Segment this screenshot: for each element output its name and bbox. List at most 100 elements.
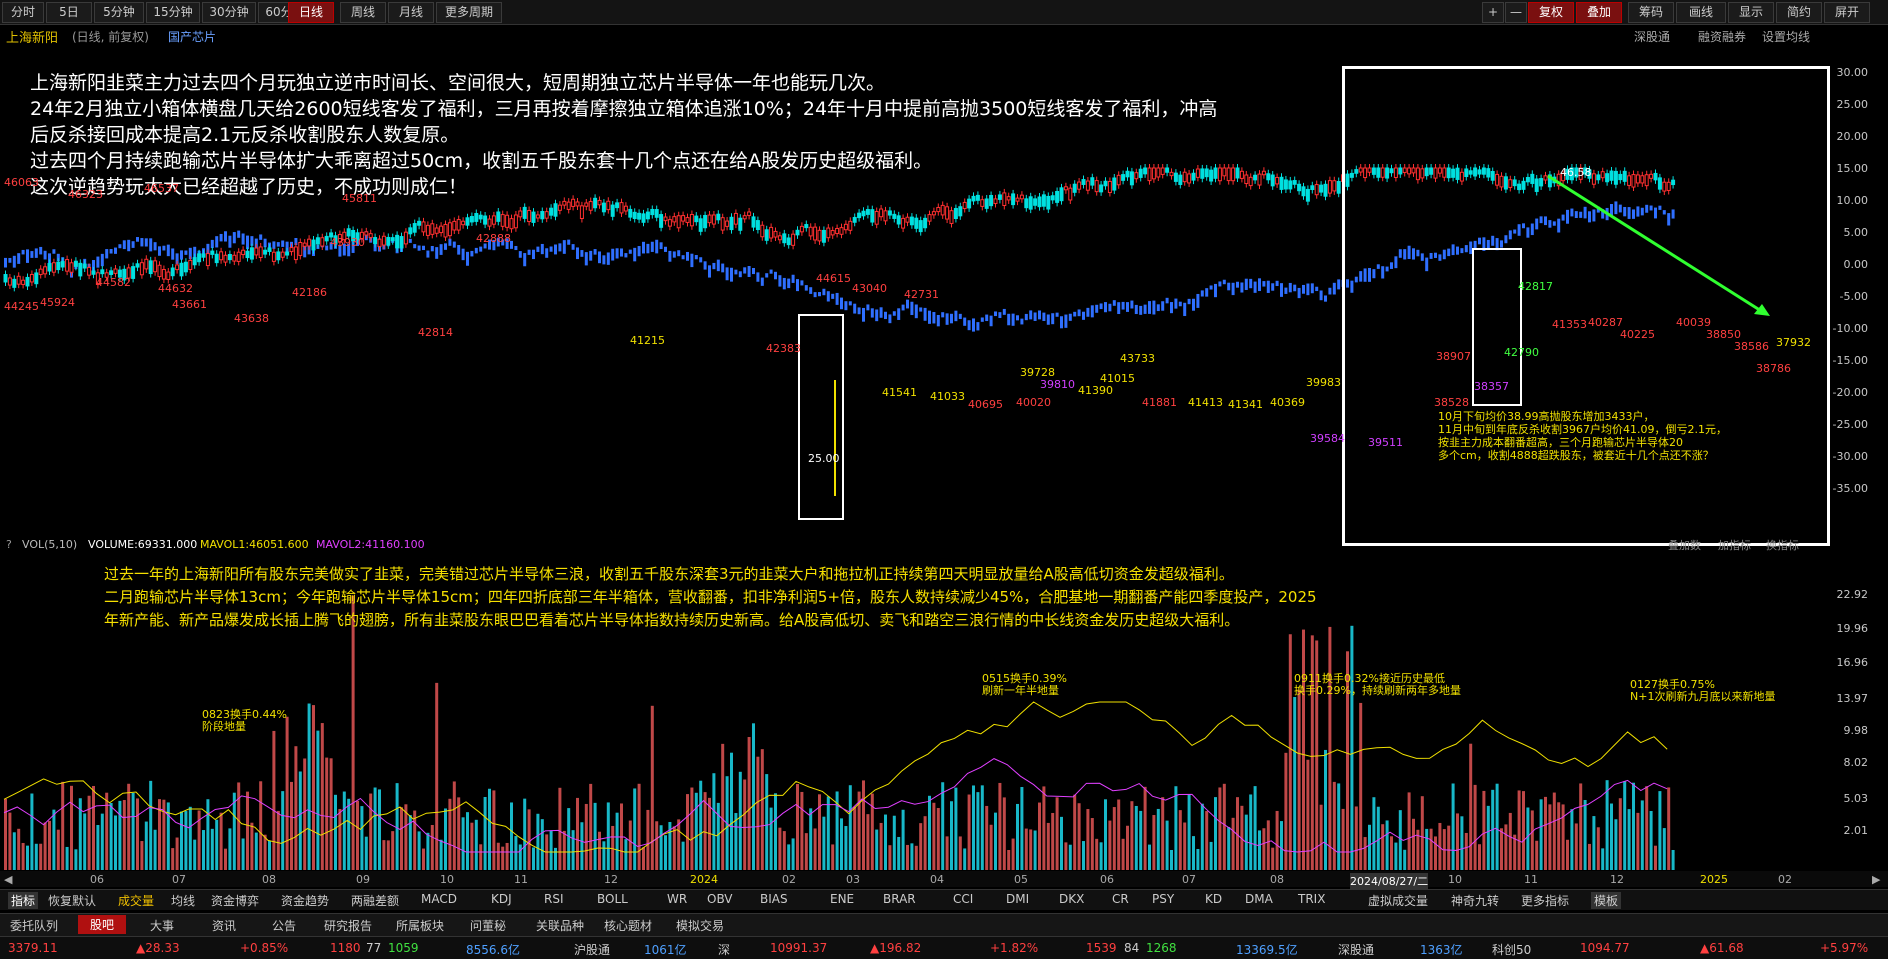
indicator-tab[interactable]: PSY [1152,892,1174,906]
indicator-tab[interactable]: DMI [1006,892,1029,906]
indicator-tab[interactable]: WR [667,892,687,906]
index-candle [8,257,12,263]
volume-bar [312,705,315,870]
zoom-in-button[interactable]: + [1482,2,1504,23]
inset-add-indicator-button[interactable]: 加指标 [1718,537,1751,553]
chips-button[interactable]: 筹码 [1628,2,1674,23]
index-candle [831,293,835,299]
indicator-tab[interactable]: DKX [1059,892,1084,906]
inset-overlay-count-button[interactable]: 叠加数 [1668,537,1701,553]
indicator-tab[interactable]: 神奇九转 [1451,892,1499,909]
volume-bar [580,822,584,870]
index-candle [272,241,276,249]
stock-candle [377,238,382,247]
indicator-tab[interactable]: 模板 [1591,892,1622,909]
stock-candle [1134,172,1139,180]
stock-candle [201,253,206,258]
restore-right-button[interactable]: 复权 [1528,2,1574,23]
period-button-15min[interactable]: 15分钟 [146,2,200,23]
period-button-5min[interactable]: 5分钟 [94,2,144,23]
price-point-label: 43040 [852,282,887,295]
bottom-tab[interactable]: 委托队列 [10,917,58,934]
bottom-tab[interactable]: 公告 [272,917,296,934]
scroll-right-icon[interactable]: ▶ [1872,873,1880,886]
simple-button[interactable]: 简约 [1776,2,1822,23]
indicator-tab[interactable]: 更多指标 [1521,892,1569,909]
volume-bar [536,813,540,870]
indicator-tab[interactable]: BRAR [883,892,916,906]
indicator-tab[interactable]: 资金博弈 [211,892,259,909]
bottom-tab[interactable]: 模拟交易 [676,917,724,934]
stock-candle [16,275,21,285]
bottom-tab[interactable]: 研究报告 [324,917,372,934]
indicator-tab[interactable]: MACD [421,892,457,906]
zoom-out-button[interactable]: — [1505,2,1527,23]
volume-bar [897,836,901,870]
index-candle [1090,305,1094,318]
volume-bar [1271,847,1275,870]
indicator-tab[interactable]: DMA [1245,892,1273,906]
price-point-label: 40287 [1588,316,1623,329]
indicator-tab[interactable]: 恢复默认 [48,892,96,909]
bottom-tab[interactable]: 股吧 [78,915,127,934]
indicator-tab[interactable]: RSI [544,892,564,906]
indicator-tab[interactable]: CCI [953,892,973,906]
shenzhen-connect-link[interactable]: 深股通 [1634,28,1670,45]
draw-line-button[interactable]: 画线 [1676,2,1726,23]
volume-bar [34,843,38,870]
indicator-tab[interactable]: 两融差额 [351,892,399,909]
stock-candle [984,198,989,209]
period-button-intraday[interactable]: 分时 [2,2,44,23]
index-candle [52,249,56,254]
help-icon[interactable]: ? [6,538,12,551]
volume-bar [61,781,65,870]
screen-open-button[interactable]: 屏开 [1824,2,1870,23]
indicator-tab[interactable]: CR [1112,892,1129,906]
bottom-tab[interactable]: 核心题材 [604,917,652,934]
period-button-5day[interactable]: 5日 [46,2,92,23]
overlay-button[interactable]: 叠加 [1576,2,1622,23]
ma-settings-link[interactable]: 设置均线 [1762,28,1810,45]
indicator-tab[interactable]: 均线 [171,892,195,909]
stock-candle [241,249,246,256]
indicator-tab[interactable]: TRIX [1298,892,1325,906]
indicator-tab[interactable]: ENE [830,892,854,906]
stock-candle [1112,177,1117,191]
scroll-left-icon[interactable]: ◀ [4,873,12,886]
volume-bar [285,716,289,870]
bottom-tab[interactable]: 所属板块 [396,917,444,934]
stock-candle [417,220,422,226]
indicator-tab[interactable]: 虚拟成交量 [1368,892,1428,909]
volume-bar [1583,799,1587,870]
bottom-tab[interactable]: 问董秘 [470,917,506,934]
bottom-tab[interactable]: 大事 [150,917,174,934]
indicator-tab[interactable]: OBV [707,892,733,906]
stock-candle [861,210,866,217]
volume-bar [131,792,135,870]
volume-bar [1077,803,1081,870]
period-button-monthly[interactable]: 月线 [388,2,434,23]
indicator-tab[interactable]: 资金趋势 [281,892,329,909]
period-button-30min[interactable]: 30分钟 [202,2,256,23]
inset-change-indicator-button[interactable]: 换指标 [1766,537,1799,553]
indicator-tab[interactable]: BOLL [597,892,628,906]
vol-note-0127-b: N+1次刷新九月底以来新地量 [1630,690,1776,703]
volume-bar [747,737,751,870]
bottom-tab[interactable]: 资讯 [212,917,236,934]
margin-trading-link[interactable]: 融资融券 [1698,28,1746,45]
sh-down-count: 1059 [388,941,419,955]
period-button-weekly[interactable]: 周线 [340,2,386,23]
bottom-tab[interactable]: 关联品种 [536,917,584,934]
display-button[interactable]: 显示 [1728,2,1774,23]
volume-bar [435,682,439,870]
indicator-tab[interactable]: 成交量 [118,892,154,909]
indicator-tab[interactable]: BIAS [760,892,788,906]
indicator-tab[interactable]: KDJ [491,892,512,906]
period-button-daily[interactable]: 日线 [288,2,334,23]
indicator-tab[interactable]: 指标 [8,892,39,909]
index-candle [118,244,122,249]
concept-link[interactable]: 国产芯片 [168,28,216,45]
period-button-more[interactable]: 更多周期 [436,2,502,23]
indicator-tab[interactable]: KD [1205,892,1222,906]
volume-bar [510,802,513,870]
